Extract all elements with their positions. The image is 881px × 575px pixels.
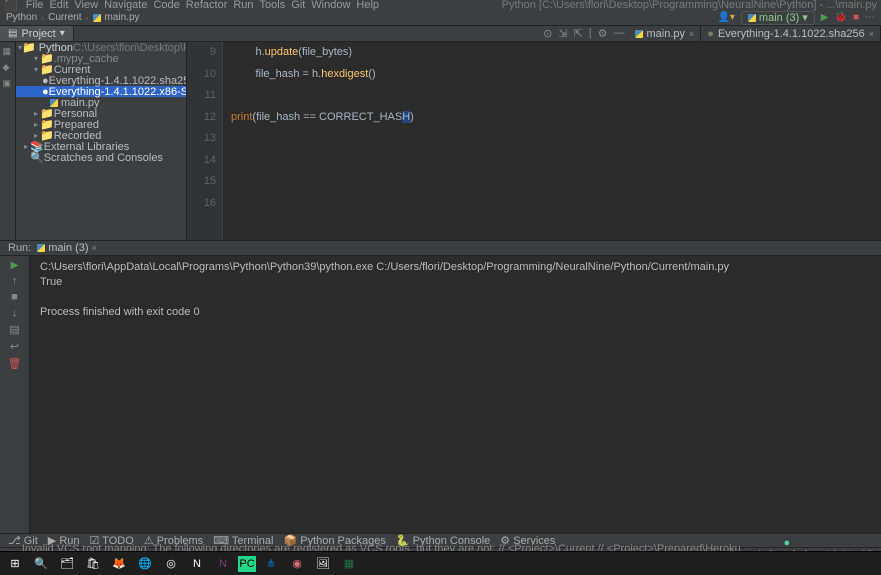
- pycharm-icon[interactable]: PC: [238, 556, 256, 572]
- firefox-icon[interactable]: 🦊: [108, 555, 130, 573]
- store-icon[interactable]: 🛍: [82, 555, 104, 573]
- title-path: Python [C:\Users\flori\Desktop\Programmi…: [502, 0, 877, 11]
- user-menu[interactable]: 👤▾: [717, 12, 734, 23]
- more-icon[interactable]: ⋯: [865, 12, 875, 23]
- vscode-icon[interactable]: ⋔: [260, 555, 282, 573]
- app-icon[interactable]: ◉: [286, 555, 308, 573]
- excel-icon[interactable]: ▦: [338, 555, 360, 573]
- menu-file[interactable]: File: [26, 0, 44, 11]
- stop-button[interactable]: ■: [853, 12, 859, 23]
- stop2-icon[interactable]: ■: [11, 291, 18, 303]
- debug-button[interactable]: 🐞: [835, 12, 847, 23]
- menu-navigate[interactable]: Navigate: [104, 0, 147, 11]
- crumb-2[interactable]: main.py: [105, 12, 140, 23]
- down-icon[interactable]: ↓: [12, 307, 18, 319]
- notion-icon[interactable]: N: [186, 555, 208, 573]
- commit-side-icon[interactable]: ◆: [3, 62, 13, 72]
- code-line[interactable]: [231, 171, 881, 193]
- line-number: 13: [187, 128, 216, 150]
- image-icon[interactable]: 🖼: [312, 555, 334, 573]
- code-line[interactable]: h.update(file_bytes): [231, 42, 881, 64]
- code-line[interactable]: [231, 128, 881, 150]
- line-number: 14: [187, 150, 216, 172]
- menu-code[interactable]: Code: [153, 0, 179, 11]
- divider-icon: |: [589, 27, 592, 40]
- onenote-icon[interactable]: N: [212, 555, 234, 573]
- line-gutter: 910111213141516: [187, 42, 223, 240]
- run-button[interactable]: ▶: [821, 12, 829, 23]
- menu-window[interactable]: Window: [311, 0, 350, 11]
- layout-icon[interactable]: ▤: [9, 323, 19, 336]
- line-number: 16: [187, 193, 216, 215]
- close-icon[interactable]: ×: [689, 29, 694, 39]
- menu-view[interactable]: View: [74, 0, 98, 11]
- editor-tab-sha[interactable]: ●Everything-1.4.1.1022.sha256×: [701, 26, 881, 41]
- crumb-1[interactable]: Current: [48, 12, 81, 23]
- editor-tab-main[interactable]: main.py×: [629, 26, 702, 41]
- menu-help[interactable]: Help: [356, 0, 379, 11]
- up-icon[interactable]: ↑: [12, 275, 18, 287]
- chevron-right-icon: ›: [41, 13, 44, 23]
- rerun-button[interactable]: ▶: [11, 260, 19, 271]
- code-line[interactable]: [231, 193, 881, 215]
- tree-item[interactable]: ▾📁 Current: [16, 64, 186, 75]
- menu-tools[interactable]: Tools: [260, 0, 286, 11]
- code-line[interactable]: file_hash = h.hexdigest(): [231, 64, 881, 86]
- edge-icon[interactable]: 🌐: [134, 555, 156, 573]
- run-config-dropdown[interactable]: main (3)▾: [741, 11, 815, 25]
- code-line[interactable]: print(file_hash == CORRECT_HASH): [231, 107, 881, 129]
- app-icon: ⬛: [4, 0, 18, 12]
- chevron-right-icon: ›: [86, 13, 89, 23]
- run-tab[interactable]: main (3)×: [37, 242, 97, 254]
- explorer-icon[interactable]: 🗂: [56, 555, 78, 573]
- project-tree[interactable]: ▾📁 Python C:\Users\flori\Desktop\Program…: [16, 42, 187, 240]
- print-icon[interactable]: 🗑: [8, 357, 22, 370]
- target-icon[interactable]: ⊙: [543, 27, 552, 40]
- wrap-icon[interactable]: ↩: [10, 340, 19, 353]
- close-icon[interactable]: ×: [869, 29, 874, 39]
- settings-icon[interactable]: ⚙: [598, 27, 608, 40]
- line-number: 11: [187, 85, 216, 107]
- project-tool-button[interactable]: ▤ Project ▾: [0, 26, 74, 41]
- tree-item[interactable]: ● Everything-1.4.1.1022.sha256: [16, 75, 186, 86]
- expand-icon[interactable]: ⇱: [574, 27, 583, 40]
- menu-run[interactable]: Run: [233, 0, 253, 11]
- console-output[interactable]: C:\Users\flori\AppData\Local\Programs\Py…: [30, 256, 881, 533]
- python-icon: [635, 30, 643, 38]
- hide-icon[interactable]: —: [614, 27, 625, 40]
- crumb-0[interactable]: Python: [6, 12, 37, 23]
- line-number: 10: [187, 64, 216, 86]
- line-number: 15: [187, 171, 216, 193]
- code-line[interactable]: [231, 85, 881, 107]
- python-icon: [93, 14, 101, 22]
- line-number: 12: [187, 107, 216, 129]
- tree-item[interactable]: ● Everything-1.4.1.1022.x86-Setup.exe: [16, 86, 186, 97]
- windows-start-icon[interactable]: ⊞: [4, 555, 26, 573]
- menu-git[interactable]: Git: [291, 0, 305, 11]
- code-line[interactable]: [231, 150, 881, 172]
- collapse-icon[interactable]: ⇲: [558, 27, 567, 40]
- file-icon: ●: [707, 28, 714, 40]
- structure-side-icon[interactable]: ▣: [3, 78, 13, 88]
- run-panel-label: Run:: [8, 242, 31, 254]
- windows-taskbar[interactable]: ⊞ 🔍 🗂 🛍 🦊 🌐 ◎ N N PC ⋔ ◉ 🖼 ▦: [0, 551, 881, 575]
- menu-refactor[interactable]: Refactor: [186, 0, 228, 11]
- close-icon[interactable]: ×: [92, 243, 97, 253]
- code-editor[interactable]: 910111213141516 h.update(file_bytes) fil…: [187, 42, 881, 240]
- line-number: 9: [187, 42, 216, 64]
- menu-edit[interactable]: Edit: [49, 0, 68, 11]
- chromium-icon[interactable]: ◎: [160, 555, 182, 573]
- tree-item[interactable]: 🔍 Scratches and Consoles: [16, 152, 186, 163]
- project-side-icon[interactable]: ▦: [3, 46, 13, 56]
- search-icon[interactable]: 🔍: [30, 555, 52, 573]
